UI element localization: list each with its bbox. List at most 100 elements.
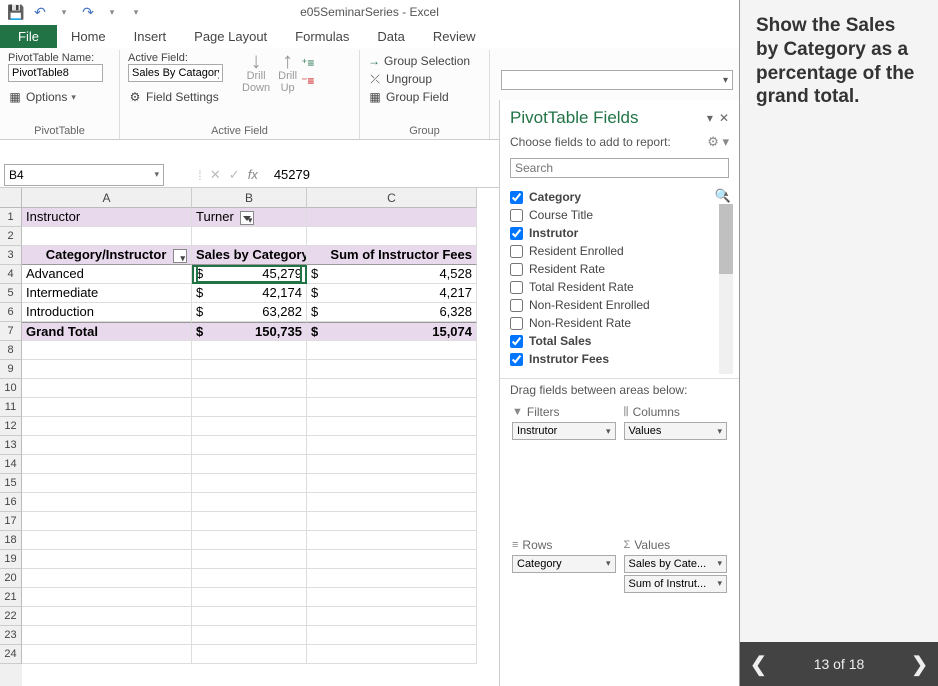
area-filters-chip-0[interactable]: Instrutor▾ — [512, 422, 616, 440]
cell-A20[interactable] — [22, 569, 192, 588]
cell-C2[interactable] — [307, 227, 477, 246]
collapse-field-icon[interactable]: ⁻≡ — [301, 74, 325, 88]
cell-C7[interactable]: $15,074 — [307, 322, 477, 341]
category-filter-button[interactable] — [173, 249, 187, 263]
cell-B17[interactable] — [192, 512, 307, 531]
field-checkbox-6[interactable] — [510, 299, 523, 312]
group-selection-button[interactable]: → Group Selection — [368, 52, 481, 70]
row-header-21[interactable]: 21 — [0, 588, 22, 607]
field-item-4[interactable]: Resident Rate — [510, 260, 715, 278]
cell-C18[interactable] — [307, 531, 477, 550]
cell-A23[interactable] — [22, 626, 192, 645]
row-header-22[interactable]: 22 — [0, 607, 22, 626]
select-all-corner[interactable] — [0, 188, 22, 208]
name-box[interactable]: B4 ▾ — [4, 164, 164, 186]
cell-C17[interactable] — [307, 512, 477, 531]
area-values-chip-0[interactable]: Sales by Cate...▾ — [624, 555, 728, 573]
cell-C21[interactable] — [307, 588, 477, 607]
pivot-name-input[interactable] — [8, 64, 103, 82]
field-item-0[interactable]: Category — [510, 188, 715, 206]
row-header-19[interactable]: 19 — [0, 550, 22, 569]
col-header-a[interactable]: A — [22, 188, 192, 208]
redo-dropdown-icon[interactable]: ▾ — [102, 2, 122, 22]
cell-C11[interactable] — [307, 398, 477, 417]
cell-C19[interactable] — [307, 550, 477, 569]
field-settings-button[interactable]: ⚙ Field Settings — [128, 88, 238, 106]
cell-C5[interactable]: $4,217 — [307, 284, 477, 303]
cell-B9[interactable] — [192, 360, 307, 379]
save-icon[interactable]: 💾 — [6, 2, 26, 22]
area-values[interactable]: ΣValues Sales by Cate...▾Sum of Instrut.… — [620, 534, 732, 686]
cell-B3[interactable]: Sales by Category — [192, 246, 307, 265]
cell-B16[interactable] — [192, 493, 307, 512]
formula-input[interactable] — [266, 167, 450, 182]
cell-B20[interactable] — [192, 569, 307, 588]
nav-prev-button[interactable]: ❮ — [750, 652, 767, 677]
row-header-20[interactable]: 20 — [0, 569, 22, 588]
field-checkbox-2[interactable] — [510, 227, 523, 240]
row-header-5[interactable]: 5 — [0, 284, 22, 303]
cell-C13[interactable] — [307, 436, 477, 455]
cell-A2[interactable] — [22, 227, 192, 246]
cell-C20[interactable] — [307, 569, 477, 588]
cell-A10[interactable] — [22, 379, 192, 398]
row-header-16[interactable]: 16 — [0, 493, 22, 512]
cell-A16[interactable] — [22, 493, 192, 512]
instructor-filter-button[interactable] — [240, 211, 254, 225]
scroll-up-icon[interactable]: ▴ — [719, 188, 733, 202]
cell-A7[interactable]: Grand Total — [22, 322, 192, 341]
field-checkbox-8[interactable] — [510, 335, 523, 348]
cell-B10[interactable] — [192, 379, 307, 398]
field-checkbox-4[interactable] — [510, 263, 523, 276]
col-header-b[interactable]: B — [192, 188, 307, 208]
cell-B12[interactable] — [192, 417, 307, 436]
cell-A18[interactable] — [22, 531, 192, 550]
cell-A22[interactable] — [22, 607, 192, 626]
cell-A19[interactable] — [22, 550, 192, 569]
cell-B4[interactable]: $45,279 — [192, 265, 307, 284]
nav-next-button[interactable]: ❯ — [911, 652, 928, 677]
cell-A24[interactable] — [22, 645, 192, 664]
cell-C3[interactable]: Sum of Instructor Fees — [307, 246, 477, 265]
row-header-6[interactable]: 6 — [0, 303, 22, 322]
row-header-12[interactable]: 12 — [0, 417, 22, 436]
field-checkbox-7[interactable] — [510, 317, 523, 330]
field-checkbox-9[interactable] — [510, 353, 523, 366]
row-header-9[interactable]: 9 — [0, 360, 22, 379]
row-header-24[interactable]: 24 — [0, 645, 22, 664]
field-item-3[interactable]: Resident Enrolled — [510, 242, 715, 260]
col-header-c[interactable]: C — [307, 188, 477, 208]
undo-dropdown-icon[interactable]: ▾ — [54, 2, 74, 22]
tab-formulas[interactable]: Formulas — [281, 25, 363, 48]
fx-icon[interactable]: fx — [248, 167, 258, 182]
cell-C14[interactable] — [307, 455, 477, 474]
row-header-18[interactable]: 18 — [0, 531, 22, 550]
cell-B13[interactable] — [192, 436, 307, 455]
tab-insert[interactable]: Insert — [120, 25, 181, 48]
cell-A4[interactable]: Advanced — [22, 265, 192, 284]
cell-B24[interactable] — [192, 645, 307, 664]
cell-C1[interactable] — [307, 208, 477, 227]
field-list-scrollbar[interactable]: ▴ — [719, 204, 733, 374]
slicer-dropdown[interactable]: ▾ — [501, 70, 733, 90]
pivot-fields-search-input[interactable] — [510, 158, 729, 178]
row-header-13[interactable]: 13 — [0, 436, 22, 455]
cell-B5[interactable]: $42,174 — [192, 284, 307, 303]
undo-icon[interactable]: ↶ — [30, 2, 50, 22]
cell-B21[interactable] — [192, 588, 307, 607]
area-rows[interactable]: ≡Rows Category▾ — [508, 534, 620, 686]
cell-A6[interactable]: Introduction — [22, 303, 192, 322]
tab-data[interactable]: Data — [363, 25, 418, 48]
pivot-fields-dropdown-icon[interactable]: ▾ — [707, 111, 713, 125]
scroll-thumb[interactable] — [719, 204, 733, 274]
cell-C16[interactable] — [307, 493, 477, 512]
cell-A1[interactable]: Instructor — [22, 208, 192, 227]
cell-A13[interactable] — [22, 436, 192, 455]
active-field-input[interactable] — [128, 64, 223, 82]
pivot-options-button[interactable]: ▦ Options ▾ — [8, 88, 111, 106]
row-header-14[interactable]: 14 — [0, 455, 22, 474]
field-item-5[interactable]: Total Resident Rate — [510, 278, 715, 296]
field-checkbox-1[interactable] — [510, 209, 523, 222]
cell-B7[interactable]: $150,735 — [192, 322, 307, 341]
area-columns[interactable]: ⫼Columns Values▾ — [620, 401, 732, 534]
